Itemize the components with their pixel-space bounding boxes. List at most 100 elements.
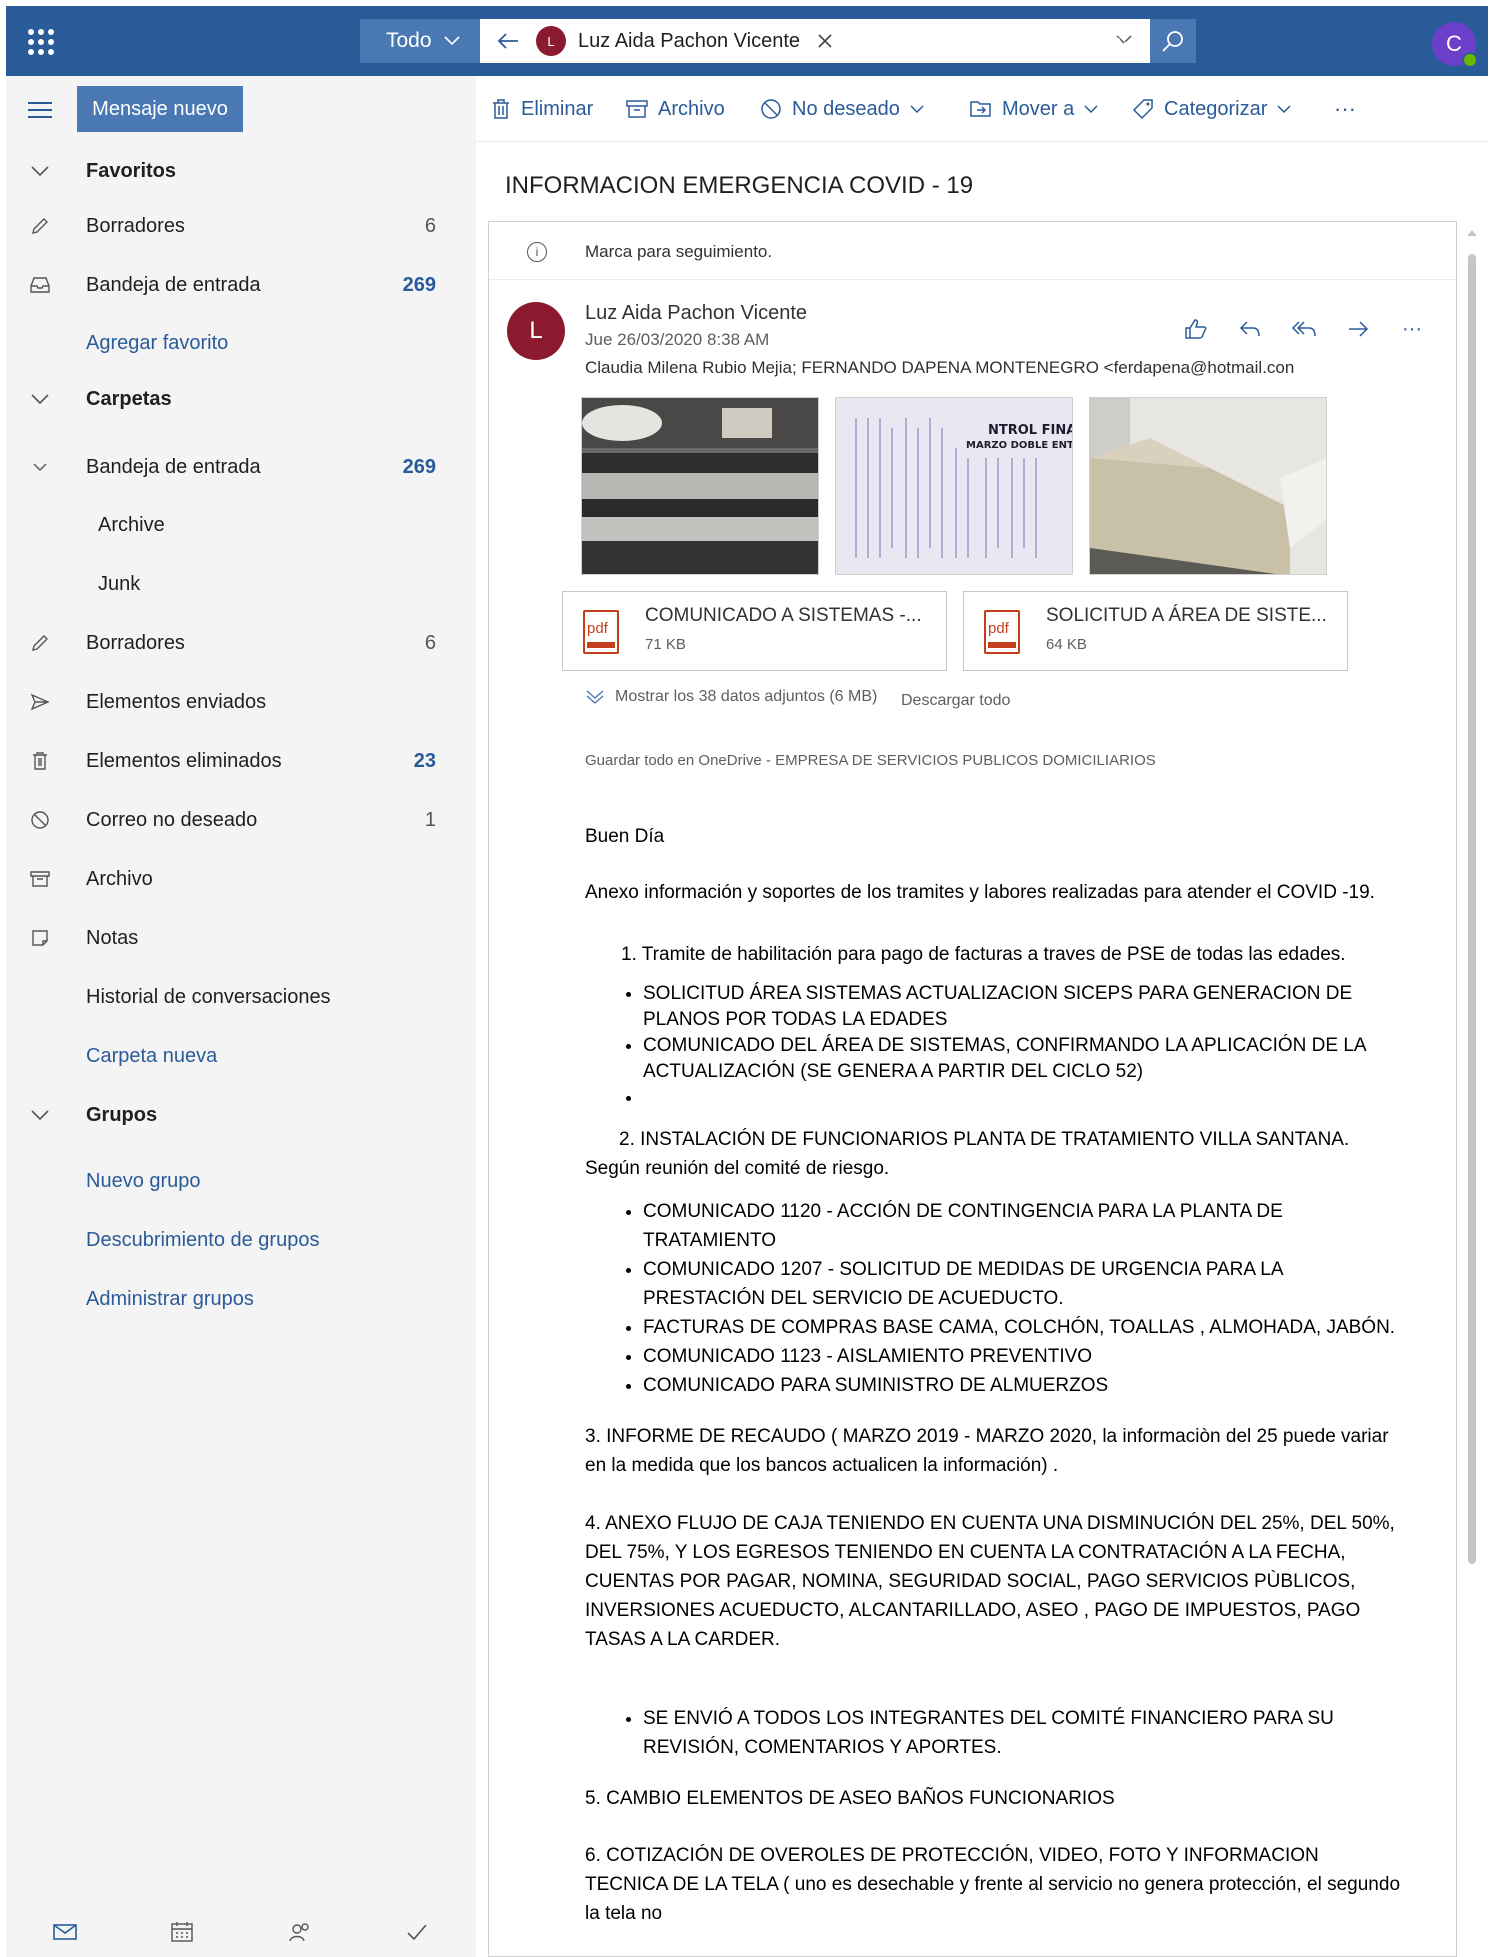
tasks-check-icon[interactable]: [403, 1918, 431, 1946]
body-bullet: COMUNICADO 1120 - ACCIÓN DE CONTINGENCIA…: [643, 1197, 1405, 1255]
user-avatar-initial: C: [1446, 31, 1462, 56]
tag-icon: [1132, 99, 1153, 120]
reply-icon[interactable]: [1234, 314, 1266, 344]
pdf-file-icon: pdf: [984, 610, 1020, 654]
new-group-link[interactable]: Nuevo grupo: [6, 1159, 476, 1203]
pencil-icon: [28, 631, 52, 655]
delete-button[interactable]: Eliminar: [491, 94, 593, 124]
image-attachment-bed[interactable]: [1089, 397, 1327, 575]
body-bullet: COMUNICADO DEL ÁREA DE SISTEMAS, CONFIRM…: [643, 1033, 1405, 1085]
show-all-attachments-link[interactable]: Mostrar los 38 datos adjuntos (6 MB): [585, 688, 877, 706]
groups-header[interactable]: Grupos: [6, 1093, 476, 1137]
follow-up-banner: i Marca para seguimiento.: [489, 222, 1456, 280]
inbox-tray-icon: [28, 273, 52, 297]
folder-archive[interactable]: Archivo: [6, 857, 476, 901]
save-to-onedrive-link[interactable]: Guardar todo en OneDrive - EMPRESA DE SE…: [585, 752, 1156, 769]
sender-avatar[interactable]: L: [507, 302, 565, 360]
presence-status-icon: [1462, 52, 1478, 68]
favorite-drafts[interactable]: Borradores 6: [6, 204, 476, 248]
chevron-down-icon: [28, 1103, 52, 1127]
folder-notes[interactable]: Notas: [6, 916, 476, 960]
attachment-size: 64 KB: [1046, 636, 1087, 653]
folder-deleted[interactable]: Elementos eliminados 23: [6, 739, 476, 783]
mail-icon[interactable]: [51, 1918, 79, 1946]
search-pill-name: Luz Aida Pachon Vicente: [578, 29, 801, 52]
discover-groups-link[interactable]: Descubrimiento de grupos: [6, 1218, 476, 1262]
folders-header[interactable]: Carpetas: [6, 377, 476, 421]
add-favorite-link[interactable]: Agregar favorito: [6, 321, 476, 365]
new-message-button[interactable]: Mensaje nuevo: [77, 86, 243, 132]
message-body: Buen Día Anexo información y soportes de…: [585, 822, 1405, 1928]
trash-icon: [493, 99, 509, 119]
chevron-down-small-icon[interactable]: [28, 455, 52, 479]
user-avatar[interactable]: C: [1432, 22, 1478, 68]
bed-image: [1090, 398, 1326, 574]
scrollbar-thumb[interactable]: [1468, 254, 1476, 1564]
remove-pill-icon[interactable]: [818, 28, 832, 54]
scroll-up-arrow-icon[interactable]: [1467, 230, 1477, 236]
folder-junk-sub[interactable]: Junk: [6, 562, 476, 606]
body-item-2: 2. INSTALACIÓN DE FUNCIONARIOS PLANTA DE…: [585, 1129, 1350, 1179]
reading-pane-scrollbar[interactable]: [1466, 230, 1478, 1957]
search-pill-avatar: L: [536, 26, 566, 56]
favorites-header[interactable]: Favoritos: [6, 149, 476, 193]
chevron-down-icon: [28, 159, 52, 183]
search-scope-label: Todo: [386, 29, 432, 52]
attachment-name: SOLICITUD A ÁREA DE SISTE...: [1046, 605, 1327, 626]
message-date: Jue 26/03/2020 8:38 AM: [585, 330, 770, 349]
folder-archive-sub[interactable]: Archive: [6, 503, 476, 547]
download-all-link[interactable]: Descargar todo: [901, 692, 1010, 710]
reply-all-icon[interactable]: [1288, 314, 1320, 344]
new-folder-link[interactable]: Carpeta nueva: [6, 1034, 476, 1078]
document-image: NTROL FINAL MARZO DOBLE ENTRADAS: [836, 398, 1073, 574]
trash-icon: [28, 749, 52, 773]
note-icon: [28, 926, 52, 950]
svg-text:MARZO DOBLE ENTRADAS: MARZO DOBLE ENTRADAS: [966, 440, 1073, 451]
app-launcher-icon[interactable]: [28, 29, 54, 55]
body-item-6: 6. COTIZACIÓN DE OVEROLES DE PROTECCIÓN,…: [585, 1845, 1401, 1924]
message-subject: INFORMACION EMERGENCIA COVID - 19: [505, 172, 974, 199]
attachment-name: COMUNICADO A SISTEMAS -...: [645, 605, 922, 626]
sender-name[interactable]: Luz Aida Pachon Vicente: [585, 302, 807, 325]
attachment-size: 71 KB: [645, 636, 686, 653]
left-navigation-pane: Mensaje nuevo Favoritos Borradores 6 Ban…: [6, 76, 476, 1957]
image-attachment-mattresses[interactable]: [581, 397, 819, 575]
chat-icon[interactable]: [990, 28, 1018, 56]
folder-conversation-history[interactable]: Historial de conversaciones: [6, 975, 476, 1019]
manage-groups-link[interactable]: Administrar grupos: [6, 1277, 476, 1321]
attachment-card[interactable]: pdf COMUNICADO A SISTEMAS -... 71 KB: [562, 591, 947, 671]
info-icon: i: [527, 242, 547, 262]
body-bullet: FACTURAS DE COMPRAS BASE CAMA, COLCHÓN, …: [643, 1313, 1405, 1342]
calendar-icon[interactable]: [168, 1918, 196, 1946]
attachment-card[interactable]: pdf SOLICITUD A ÁREA DE SISTE... 64 KB: [963, 591, 1348, 671]
more-options-icon[interactable]: ···: [1396, 314, 1428, 344]
move-to-button[interactable]: Mover a: [970, 94, 1098, 124]
back-arrow-icon[interactable]: [480, 25, 536, 57]
people-icon[interactable]: [286, 1918, 314, 1946]
junk-button[interactable]: No deseado: [760, 94, 924, 124]
more-actions-button[interactable]: ···: [1334, 94, 1356, 124]
body-item-1: 1. Tramite de habilitación para pago de …: [621, 944, 1346, 965]
body-intro: Anexo información y soportes de los tram…: [585, 882, 1375, 903]
settings-gear-icon[interactable]: [1102, 28, 1130, 56]
body-bullet: SOLICITUD ÁREA SISTEMAS ACTUALIZACION SI…: [643, 981, 1405, 1033]
folder-drafts[interactable]: Borradores 6: [6, 621, 476, 665]
favorite-inbox[interactable]: Bandeja de entrada 269: [6, 263, 476, 307]
blocked-icon: [28, 808, 52, 832]
image-attachment-document[interactable]: NTROL FINAL MARZO DOBLE ENTRADAS: [835, 397, 1073, 575]
body-item-4: 4. ANEXO FLUJO DE CAJA TENIENDO EN CUENT…: [585, 1513, 1395, 1650]
chevron-down-icon: [443, 36, 460, 46]
body-item-5: 5. CAMBIO ELEMENTOS DE ASEO BAÑOS FUNCIO…: [585, 1788, 1115, 1809]
folder-junk[interactable]: Correo no deseado 1: [6, 798, 476, 842]
folder-sent[interactable]: Elementos enviados: [6, 680, 476, 724]
search-scope-dropdown[interactable]: Todo: [360, 19, 480, 63]
todo-icon[interactable]: [1046, 28, 1074, 56]
archive-button[interactable]: Archivo: [626, 94, 725, 124]
categorize-button[interactable]: Categorizar: [1132, 94, 1291, 124]
like-thumbs-up-icon[interactable]: [1180, 314, 1212, 344]
search-button[interactable]: [1150, 19, 1196, 63]
folder-inbox[interactable]: Bandeja de entrada 269: [6, 445, 476, 489]
hamburger-menu-icon[interactable]: [28, 102, 52, 123]
forward-icon[interactable]: [1342, 314, 1374, 344]
recipients-line[interactable]: Claudia Milena Rubio Mejia; FERNANDO DAP…: [585, 358, 1294, 378]
